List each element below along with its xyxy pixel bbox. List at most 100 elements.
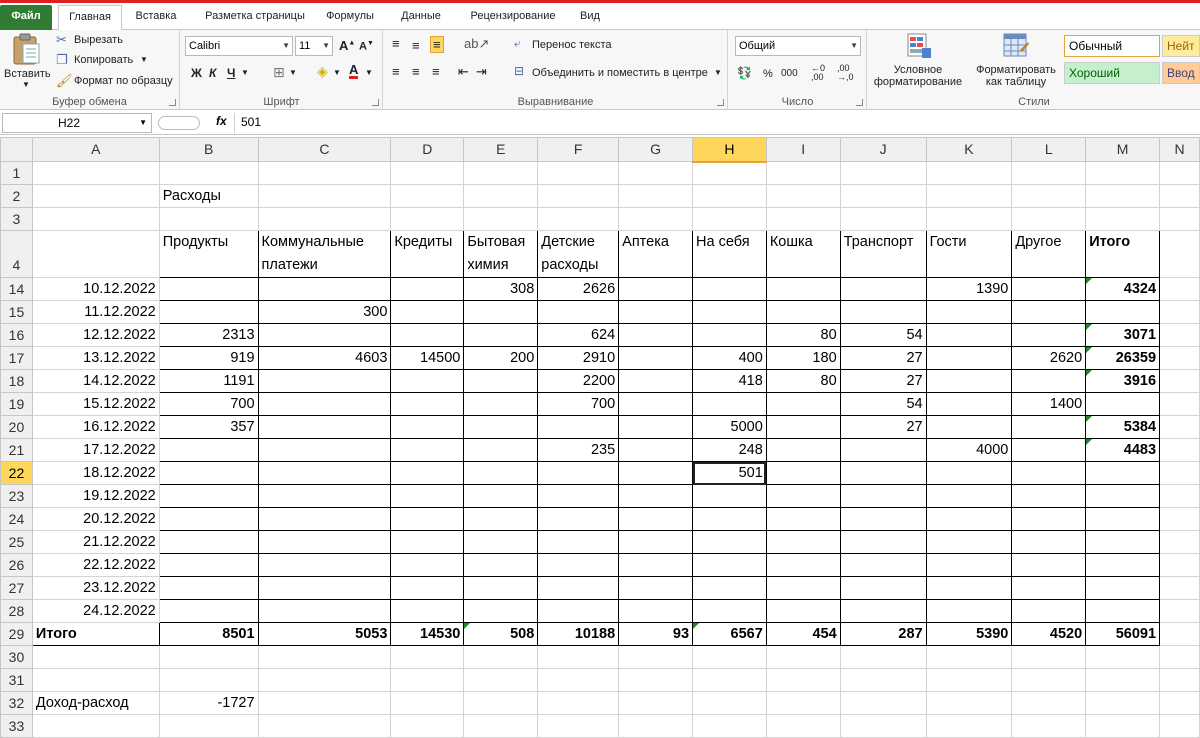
cell-J1[interactable] bbox=[839, 161, 927, 185]
cell-A29[interactable]: Итого bbox=[31, 622, 160, 646]
borders-icon[interactable]: ⊞ bbox=[273, 64, 285, 81]
cell-B29[interactable]: 8501 bbox=[158, 622, 259, 646]
cell-H18[interactable]: 418 bbox=[692, 369, 767, 393]
cell-E23[interactable] bbox=[463, 484, 539, 508]
cell-J2[interactable] bbox=[839, 184, 927, 208]
cell-J30[interactable] bbox=[839, 645, 927, 669]
column-header-H[interactable]: H bbox=[692, 137, 767, 163]
cell-N3[interactable] bbox=[1159, 207, 1200, 231]
cell-M27[interactable] bbox=[1085, 576, 1161, 600]
cell-B14[interactable] bbox=[158, 277, 259, 301]
cell-A2[interactable] bbox=[31, 184, 160, 208]
cell-J29[interactable]: 287 bbox=[839, 622, 927, 646]
cell-J24[interactable] bbox=[839, 507, 927, 531]
decrease-decimal-icon[interactable]: ,00 →,0 bbox=[837, 64, 854, 82]
cell-H15[interactable] bbox=[692, 300, 767, 324]
cell-J21[interactable] bbox=[839, 438, 927, 462]
select-all-corner[interactable] bbox=[0, 137, 33, 162]
cell-E25[interactable] bbox=[463, 530, 539, 554]
dialog-launcher-icon[interactable] bbox=[169, 99, 176, 106]
cell-F31[interactable] bbox=[537, 668, 620, 692]
cell-B28[interactable] bbox=[158, 599, 259, 623]
cell-H23[interactable] bbox=[692, 484, 767, 508]
cell-G24[interactable] bbox=[618, 507, 694, 531]
cell-L26[interactable] bbox=[1011, 553, 1087, 577]
cell-I27[interactable] bbox=[765, 576, 841, 600]
cell-D26[interactable] bbox=[390, 553, 465, 577]
cell-N17[interactable] bbox=[1159, 346, 1200, 370]
cell-I15[interactable] bbox=[765, 300, 841, 324]
row-header-31[interactable]: 31 bbox=[0, 668, 33, 692]
format-painter-button[interactable]: 🖌 Формат по образцу bbox=[56, 73, 178, 91]
cell-D25[interactable] bbox=[390, 530, 465, 554]
cell-L19[interactable]: 1400 bbox=[1011, 392, 1087, 416]
cell-E15[interactable] bbox=[463, 300, 539, 324]
dialog-launcher-icon[interactable] bbox=[717, 99, 724, 106]
row-header-33[interactable]: 33 bbox=[0, 714, 33, 738]
cell-I2[interactable] bbox=[765, 184, 841, 208]
style-neutral[interactable]: Нейт bbox=[1162, 35, 1200, 57]
cell-D30[interactable] bbox=[390, 645, 465, 669]
cell-I1[interactable] bbox=[765, 161, 841, 185]
tab-home[interactable]: Главная bbox=[58, 5, 122, 31]
cell-J31[interactable] bbox=[839, 668, 927, 692]
cell-B25[interactable] bbox=[158, 530, 259, 554]
cell-A28[interactable]: 24.12.2022 bbox=[31, 599, 160, 623]
cell-F3[interactable] bbox=[537, 207, 620, 231]
currency-icon[interactable]: 💱 bbox=[737, 66, 752, 80]
italic-button[interactable]: К bbox=[209, 66, 216, 80]
cell-G28[interactable] bbox=[618, 599, 694, 623]
cell-F15[interactable] bbox=[537, 300, 620, 324]
cell-K22[interactable] bbox=[925, 461, 1013, 485]
cell-D24[interactable] bbox=[390, 507, 465, 531]
cell-H20[interactable]: 5000 bbox=[692, 415, 767, 439]
column-header-B[interactable]: B bbox=[158, 137, 259, 162]
cell-I17[interactable]: 180 bbox=[765, 346, 841, 370]
orientation-icon[interactable]: ab↗ bbox=[464, 36, 489, 52]
style-input[interactable]: Ввод bbox=[1162, 62, 1200, 84]
cell-B4[interactable]: Продукты bbox=[158, 230, 259, 278]
shrink-font-icon[interactable]: A▼ bbox=[359, 40, 374, 53]
cell-A3[interactable] bbox=[31, 207, 160, 231]
cell-E24[interactable] bbox=[463, 507, 539, 531]
cell-N16[interactable] bbox=[1159, 323, 1200, 347]
cell-I23[interactable] bbox=[765, 484, 841, 508]
dialog-launcher-icon[interactable] bbox=[856, 99, 863, 106]
cell-J25[interactable] bbox=[839, 530, 927, 554]
cell-K26[interactable] bbox=[925, 553, 1013, 577]
cell-D2[interactable] bbox=[390, 184, 465, 208]
row-header-23[interactable]: 23 bbox=[0, 484, 33, 508]
tab-data[interactable]: Данные bbox=[390, 5, 452, 30]
cell-N18[interactable] bbox=[1159, 369, 1200, 393]
row-header-19[interactable]: 19 bbox=[0, 392, 33, 416]
style-normal[interactable]: Обычный bbox=[1064, 35, 1160, 57]
cell-A31[interactable] bbox=[31, 668, 160, 692]
cell-C2[interactable] bbox=[257, 184, 392, 208]
cell-H16[interactable] bbox=[692, 323, 767, 347]
cell-F22[interactable] bbox=[537, 461, 620, 485]
cell-L16[interactable] bbox=[1011, 323, 1087, 347]
cell-I4[interactable]: Кошка bbox=[765, 230, 841, 278]
cell-I22[interactable] bbox=[765, 461, 841, 485]
cell-D14[interactable] bbox=[390, 277, 465, 301]
cell-A22[interactable]: 18.12.2022 bbox=[31, 461, 160, 485]
column-header-J[interactable]: J bbox=[839, 137, 927, 162]
cell-B22[interactable] bbox=[158, 461, 259, 485]
cell-B30[interactable] bbox=[158, 645, 259, 669]
cell-L29[interactable]: 4520 bbox=[1011, 622, 1087, 646]
cell-N2[interactable] bbox=[1159, 184, 1200, 208]
cell-F28[interactable] bbox=[537, 599, 620, 623]
row-header-14[interactable]: 14 bbox=[0, 277, 33, 301]
fill-color-icon[interactable]: ◈ bbox=[317, 63, 328, 80]
cell-C31[interactable] bbox=[257, 668, 392, 692]
row-header-22[interactable]: 22 bbox=[0, 461, 33, 485]
cell-C26[interactable] bbox=[257, 553, 392, 577]
cell-H19[interactable] bbox=[692, 392, 767, 416]
cell-J15[interactable] bbox=[839, 300, 927, 324]
cell-K24[interactable] bbox=[925, 507, 1013, 531]
cell-E3[interactable] bbox=[463, 207, 539, 231]
cell-G1[interactable] bbox=[618, 161, 694, 185]
cell-H1[interactable] bbox=[692, 161, 767, 185]
cell-E20[interactable] bbox=[463, 415, 539, 439]
font-color-icon[interactable]: A bbox=[349, 63, 359, 79]
